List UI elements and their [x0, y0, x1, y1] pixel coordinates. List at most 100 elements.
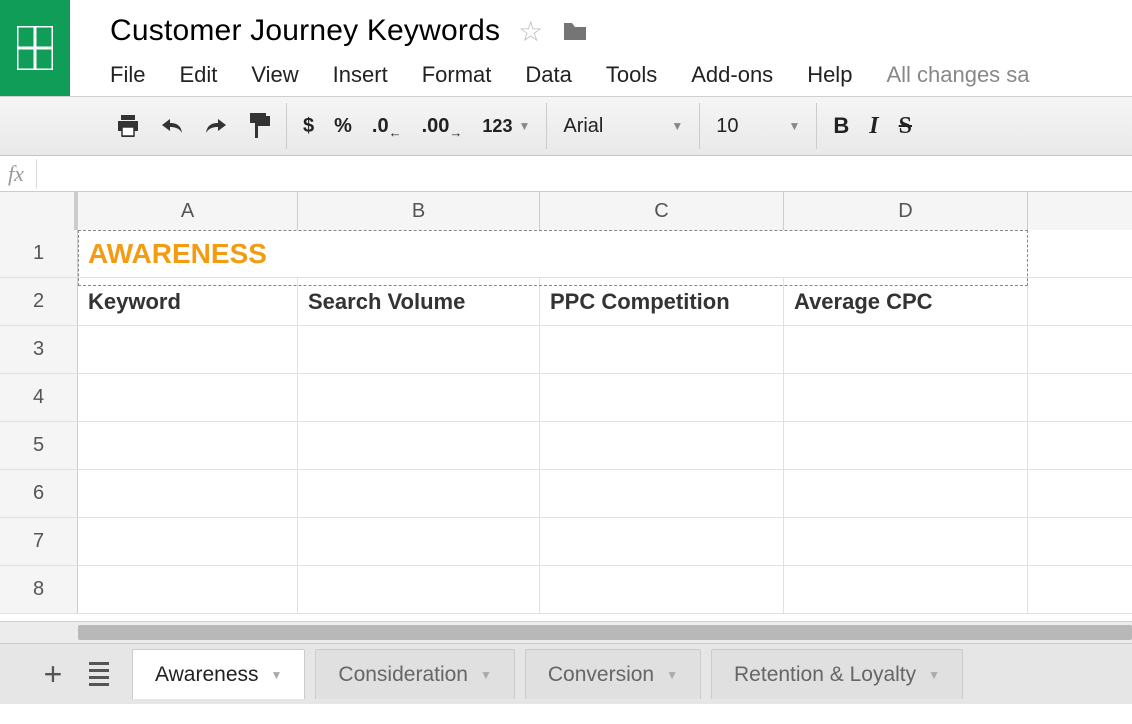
menu-addons[interactable]: Add-ons — [691, 62, 773, 88]
paint-format-icon[interactable] — [248, 113, 270, 139]
chevron-down-icon: ▼ — [518, 119, 530, 133]
chevron-down-icon: ▼ — [789, 119, 801, 133]
cell-B8[interactable] — [298, 566, 540, 613]
cell-A8[interactable] — [78, 566, 298, 613]
add-sheet-button[interactable]: + — [30, 654, 76, 694]
menu-tools[interactable]: Tools — [606, 62, 657, 88]
font-size-value: 10 — [716, 115, 738, 138]
menu-bar: File Edit View Insert Format Data Tools … — [110, 62, 1132, 88]
sheets-logo[interactable] — [0, 0, 70, 96]
sheet-tab-consideration[interactable]: Consideration ▼ — [315, 649, 514, 699]
redo-icon[interactable] — [204, 117, 228, 135]
cell-B5[interactable] — [298, 422, 540, 469]
row-header-1[interactable]: 1 — [0, 230, 78, 277]
menu-view[interactable]: View — [251, 62, 298, 88]
save-status: All changes sa — [886, 62, 1029, 88]
scrollbar-thumb[interactable] — [78, 625, 1132, 640]
star-icon[interactable]: ☆ — [518, 15, 543, 48]
row-header-5[interactable]: 5 — [0, 422, 78, 469]
menu-insert[interactable]: Insert — [333, 62, 388, 88]
cell-B7[interactable] — [298, 518, 540, 565]
chevron-down-icon: ▼ — [666, 668, 678, 682]
cell-C2[interactable]: PPC Competition — [540, 278, 784, 325]
menu-edit[interactable]: Edit — [179, 62, 217, 88]
cell-A3[interactable] — [78, 326, 298, 373]
percent-button[interactable]: % — [334, 115, 352, 138]
cell-E6[interactable] — [1028, 470, 1132, 517]
row-header-6[interactable]: 6 — [0, 470, 78, 517]
cell-D5[interactable] — [784, 422, 1028, 469]
cell-E7[interactable] — [1028, 518, 1132, 565]
font-size-select[interactable]: 10 ▼ — [716, 115, 800, 138]
bold-button[interactable]: B — [833, 113, 849, 139]
cell-C7[interactable] — [540, 518, 784, 565]
cell-D4[interactable] — [784, 374, 1028, 421]
currency-button[interactable]: $ — [303, 115, 314, 138]
column-header-D[interactable]: D — [784, 192, 1028, 230]
cell-E3[interactable] — [1028, 326, 1132, 373]
menu-file[interactable]: File — [110, 62, 145, 88]
row-header-2[interactable]: 2 — [0, 278, 78, 325]
print-icon[interactable] — [116, 115, 140, 137]
row-header-7[interactable]: 7 — [0, 518, 78, 565]
column-header-C[interactable]: C — [540, 192, 784, 230]
column-header-row: A B C D — [0, 192, 1132, 230]
chevron-down-icon: ▼ — [671, 119, 683, 133]
all-sheets-button[interactable] — [76, 654, 122, 694]
cell-E4[interactable] — [1028, 374, 1132, 421]
cell-B2[interactable]: Search Volume — [298, 278, 540, 325]
increase-decimal-button[interactable]: .00→ — [422, 115, 463, 138]
cell-B6[interactable] — [298, 470, 540, 517]
sheet-tab-awareness[interactable]: Awareness ▼ — [132, 649, 305, 699]
cell-C4[interactable] — [540, 374, 784, 421]
cell-A7[interactable] — [78, 518, 298, 565]
menu-help[interactable]: Help — [807, 62, 852, 88]
fx-label: fx — [8, 161, 24, 187]
cell-C5[interactable] — [540, 422, 784, 469]
cell-D8[interactable] — [784, 566, 1028, 613]
spreadsheet-grid[interactable]: 1 AWARENESS 2 Keyword Search Volume PPC … — [0, 230, 1132, 622]
cell-E8[interactable] — [1028, 566, 1132, 613]
row-header-8[interactable]: 8 — [0, 566, 78, 613]
menu-format[interactable]: Format — [422, 62, 492, 88]
horizontal-scrollbar[interactable] — [0, 622, 1132, 644]
menu-icon — [89, 662, 109, 686]
cell-C3[interactable] — [540, 326, 784, 373]
cell-B3[interactable] — [298, 326, 540, 373]
menu-data[interactable]: Data — [525, 62, 571, 88]
column-header-E[interactable] — [1028, 192, 1132, 230]
cell-C6[interactable] — [540, 470, 784, 517]
cell-C8[interactable] — [540, 566, 784, 613]
decrease-decimal-button[interactable]: .0← — [372, 115, 402, 138]
cell-D7[interactable] — [784, 518, 1028, 565]
cell-D2[interactable]: Average CPC — [784, 278, 1028, 325]
column-header-A[interactable]: A — [78, 192, 298, 230]
cell-D6[interactable] — [784, 470, 1028, 517]
cell-E2[interactable] — [1028, 278, 1132, 325]
select-all-corner[interactable] — [0, 192, 78, 230]
undo-icon[interactable] — [160, 117, 184, 135]
column-header-B[interactable]: B — [298, 192, 540, 230]
row-header-4[interactable]: 4 — [0, 374, 78, 421]
more-formats-button[interactable]: 123 ▼ — [482, 116, 530, 137]
document-title[interactable]: Customer Journey Keywords — [110, 14, 500, 48]
font-family-value: Arial — [563, 115, 603, 138]
cell-E5[interactable] — [1028, 422, 1132, 469]
cell-A6[interactable] — [78, 470, 298, 517]
cell-A1[interactable]: AWARENESS — [78, 230, 1028, 277]
app-header: Customer Journey Keywords ☆ File Edit Vi… — [0, 0, 1132, 96]
cell-B4[interactable] — [298, 374, 540, 421]
cell-A2[interactable]: Keyword — [78, 278, 298, 325]
sheet-tab-retention[interactable]: Retention & Loyalty ▼ — [711, 649, 963, 699]
folder-icon[interactable] — [561, 20, 589, 42]
cell-D3[interactable] — [784, 326, 1028, 373]
row-header-3[interactable]: 3 — [0, 326, 78, 373]
cell-A4[interactable] — [78, 374, 298, 421]
cell-A5[interactable] — [78, 422, 298, 469]
font-family-select[interactable]: Arial ▼ — [563, 115, 683, 138]
strikethrough-button[interactable]: S — [899, 113, 912, 140]
formula-bar[interactable]: fx — [0, 156, 1132, 192]
toolbar: $ % .0← .00→ 123 ▼ Arial ▼ 10 ▼ B I S — [0, 96, 1132, 156]
italic-button[interactable]: I — [869, 113, 878, 140]
sheet-tab-conversion[interactable]: Conversion ▼ — [525, 649, 701, 699]
